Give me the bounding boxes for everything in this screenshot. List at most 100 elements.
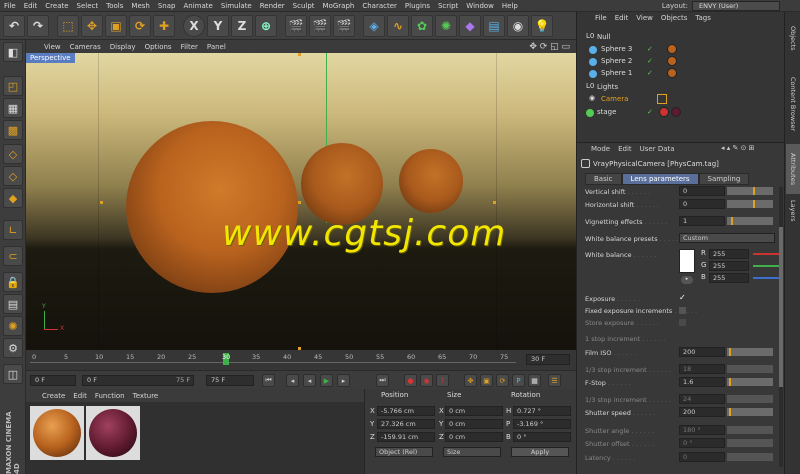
material-tag-icon[interactable] [667,44,677,54]
tab-sampling[interactable]: Sampling [698,173,750,185]
color-picker-icon[interactable]: ▸ [681,276,693,284]
redo-icon[interactable]: ↷ [27,14,49,37]
object-row-sphere-1[interactable]: Sphere 1 ✓ [577,68,785,80]
visibility-check-icon[interactable]: ✓ [647,108,653,116]
white-balance-swatch[interactable] [679,249,695,273]
menu-select[interactable]: Select [73,2,103,10]
perspective-viewport[interactable]: Perspective Y X [26,53,576,350]
attr-value-field[interactable]: 180 ° [679,425,725,435]
attr-slider[interactable] [727,453,773,461]
go-to-end-icon[interactable]: ⏭ [376,374,389,387]
menu-create[interactable]: Create [41,2,72,10]
selection-handle[interactable] [100,201,103,204]
rot-h-field[interactable]: 0.727 ° [513,406,571,416]
side-tab-content-browser[interactable]: Content Browser [786,64,800,144]
viewport-menu-options[interactable]: Options [141,43,176,51]
menu-simulate[interactable]: Simulate [217,2,256,10]
stage-tag-icon[interactable] [659,107,669,117]
sphere-1[interactable] [126,121,298,293]
white-balance-presets-dropdown[interactable]: Custom [679,233,775,243]
scale-icon[interactable]: ▣ [105,14,127,37]
tab-lens-parameters[interactable]: Lens parameters [621,173,699,185]
attr-value-field[interactable]: 200 [679,347,725,357]
rot-b-field[interactable]: 0 ° [513,432,571,442]
render-settings-icon[interactable]: 🎬 [333,14,355,37]
menu-edit[interactable]: Edit [20,2,42,10]
apply-button[interactable]: Apply [511,447,569,457]
keyframe-selection-icon[interactable]: ? [436,374,449,387]
menu-sculpt[interactable]: Sculpt [289,2,319,10]
timeline-menu-icon[interactable]: ☰ [548,374,561,387]
size-mode-dropdown[interactable]: Size [443,447,501,457]
step-back-icon[interactable]: ◂ [286,374,299,387]
position-key-icon[interactable]: ✥ [464,374,477,387]
z-axis-icon[interactable]: Z [231,14,253,37]
material-menu-create[interactable]: Create [38,392,69,400]
material-menu-texture[interactable]: Texture [129,392,163,400]
record-icon[interactable]: ● [404,374,417,387]
menu-script[interactable]: Script [434,2,462,10]
attr-slider[interactable] [727,187,773,195]
material-swatch-dark[interactable] [86,406,140,460]
attr-slider[interactable] [727,200,773,208]
solo-icon[interactable]: ◫ [3,364,23,384]
attr-value-field[interactable]: 200 [679,407,725,417]
workplane-icon[interactable]: ▩ [3,120,23,140]
move-icon[interactable]: ✥ [81,14,103,37]
attr-value-field[interactable]: 0 [679,186,725,196]
menu-file[interactable]: File [0,2,20,10]
material-tag-icon[interactable] [671,107,681,117]
layout-dropdown[interactable]: ENVY (User) [692,1,780,11]
rgb-g-field[interactable]: 255 [709,261,749,271]
go-to-start-icon[interactable]: ⏮ [262,374,275,387]
object-row-null[interactable]: L0 Null [577,32,785,44]
pos-y-field[interactable]: 27.326 cm [377,419,435,429]
menu-render[interactable]: Render [256,2,289,10]
end-frame-field[interactable]: 75 F [206,375,254,386]
visibility-check-icon[interactable]: ✓ [647,45,653,53]
attr-slider[interactable] [727,408,773,416]
visibility-check-icon[interactable]: ✓ [647,69,653,77]
autokey-icon[interactable]: ◉ [420,374,433,387]
vray-camera-tag-icon[interactable] [657,94,667,104]
deformer-mode-icon[interactable]: ✺ [3,316,23,336]
menu-window[interactable]: Window [462,2,498,10]
attr-value-field[interactable]: 0 [679,452,725,462]
rgb-r-slider[interactable] [753,253,779,255]
play-icon[interactable]: ▶ [320,374,333,387]
menu-mograph[interactable]: MoGraph [319,2,359,10]
scale-key-icon[interactable]: ▣ [480,374,493,387]
lock-icon[interactable]: 🔒 [3,272,23,292]
cube-icon[interactable]: ◈ [363,14,385,37]
pos-z-field[interactable]: -159.91 cm [377,432,435,442]
viewport-menu-panel[interactable]: Panel [203,43,230,51]
x-axis-icon[interactable]: X [183,14,205,37]
attr-menu-user-data[interactable]: User Data [640,145,675,153]
menu-character[interactable]: Character [358,2,401,10]
side-tab-objects[interactable]: Objects [786,16,800,60]
undo-icon[interactable]: ↶ [3,14,25,37]
menu-plugins[interactable]: Plugins [401,2,434,10]
rgb-g-slider[interactable] [753,265,779,267]
material-tag-icon[interactable] [667,68,677,78]
grid-snap-icon[interactable]: ▤ [3,294,23,314]
pos-x-field[interactable]: -5.766 cm [377,406,435,416]
coordinate-mode-dropdown[interactable]: Object (Rel) [375,447,433,457]
magnet-icon[interactable]: ⊂ [3,246,23,266]
attr-value-field[interactable]: 18 [679,364,725,374]
om-menu-objects[interactable]: Objects [657,14,691,22]
spline-icon[interactable]: ∿ [387,14,409,37]
attr-slider[interactable] [727,378,773,386]
menu-snap[interactable]: Snap [154,2,180,10]
nurbs-icon[interactable]: ✿ [411,14,433,37]
viewport-menu-filter[interactable]: Filter [177,43,202,51]
selection-handle[interactable] [493,201,496,204]
start-frame-field[interactable]: 0 F [30,375,76,386]
y-axis-icon[interactable]: Y [207,14,229,37]
menu-animate[interactable]: Animate [179,2,216,10]
render-picture-viewer-icon[interactable]: 🎬 [309,14,331,37]
object-row-camera[interactable]: ◉ Camera [577,94,785,106]
texture-mode-icon[interactable]: ▦ [3,98,23,118]
render-view-icon[interactable]: 🎬 [285,14,307,37]
attr-value-field[interactable]: 1.6 [679,377,725,387]
